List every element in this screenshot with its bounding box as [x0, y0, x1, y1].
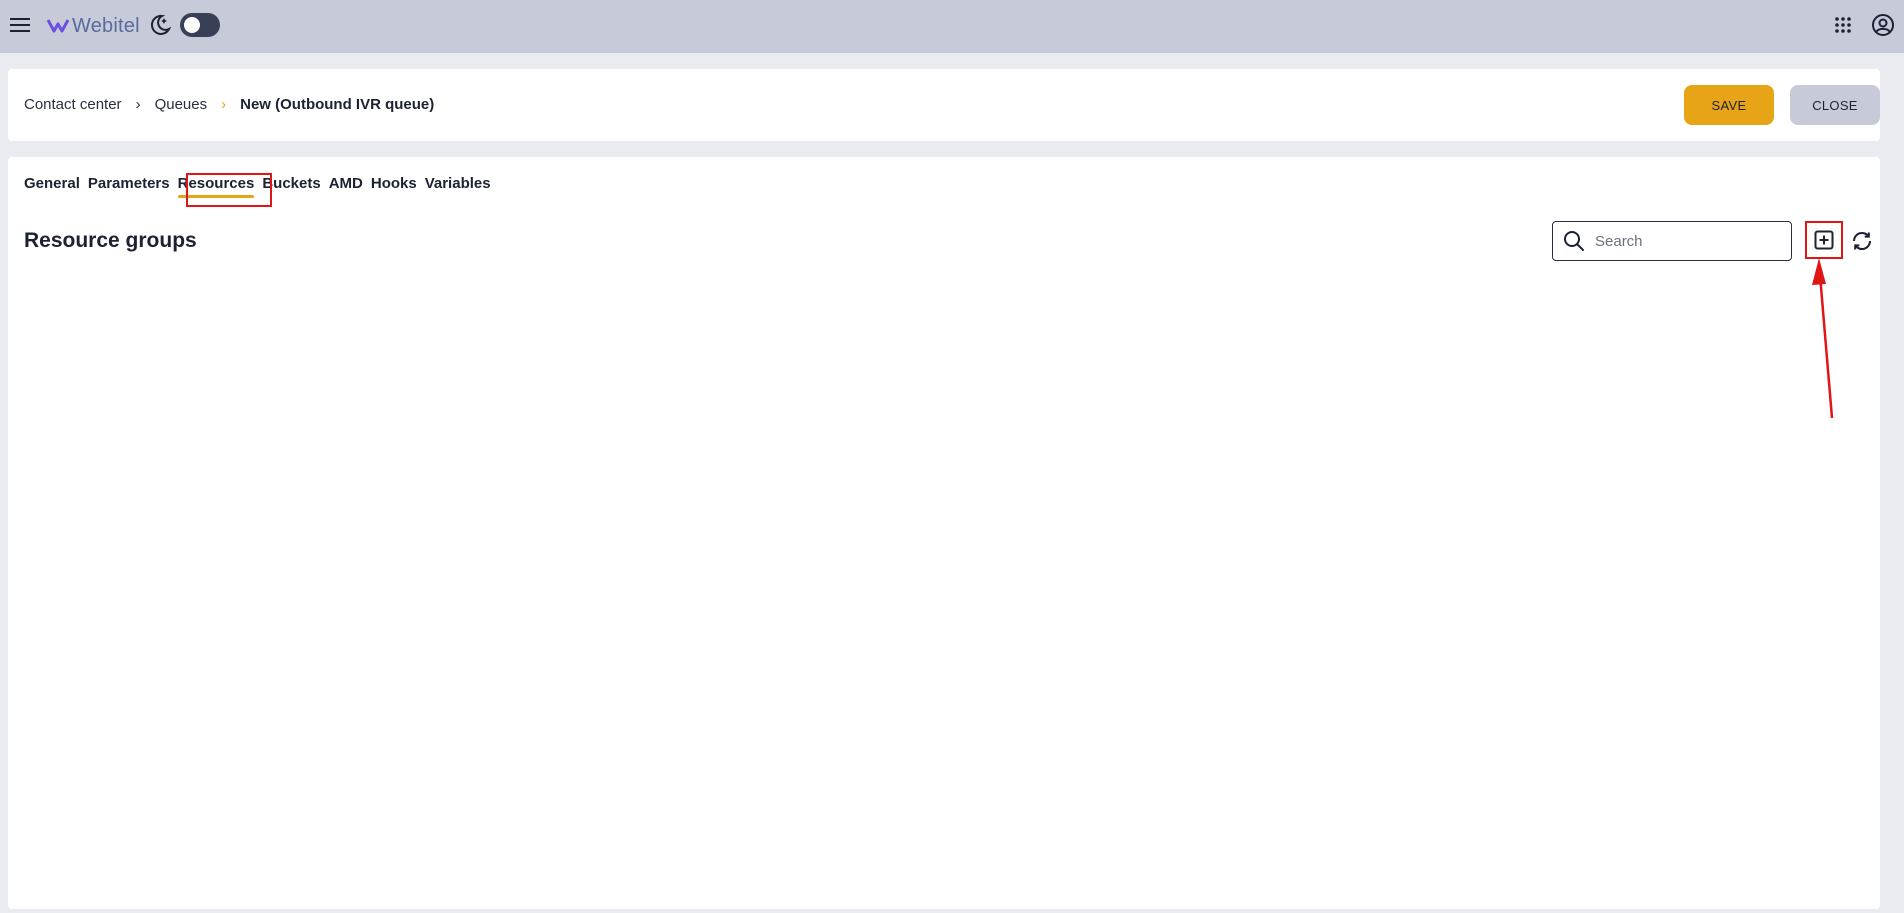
- breadcrumb-separator: ›: [135, 96, 141, 113]
- tab-amd[interactable]: AMD: [329, 175, 363, 198]
- brand-name: Webitel: [72, 14, 140, 37]
- account-circle-icon[interactable]: [1871, 13, 1895, 37]
- breadcrumb-queues[interactable]: Queues: [155, 96, 208, 113]
- moon-icon: [150, 14, 171, 35]
- refresh-icon[interactable]: [1850, 229, 1874, 253]
- save-button[interactable]: SAVE: [1684, 85, 1774, 125]
- toggle-knob: [184, 17, 200, 33]
- top-bar: Webitel: [0, 0, 1904, 53]
- grid-icon[interactable]: [1834, 16, 1852, 34]
- plus-square-icon: [1814, 230, 1834, 250]
- breadcrumb-current: New (Outbound IVR queue): [240, 96, 435, 113]
- breadcrumb-contact-center[interactable]: Contact center: [24, 96, 122, 113]
- tab-resources[interactable]: Resources: [177, 175, 254, 198]
- search-input[interactable]: [1595, 232, 1775, 250]
- webitel-logo-icon: [47, 19, 69, 33]
- webitel-logo[interactable]: Webitel: [47, 13, 140, 39]
- dark-mode-toggle[interactable]: [180, 13, 220, 37]
- search-icon: [1564, 231, 1584, 251]
- hamburger-icon[interactable]: [9, 14, 31, 36]
- tabs-bar: General Parameters Resources Buckets AMD…: [24, 175, 499, 198]
- tab-hooks[interactable]: Hooks: [371, 175, 417, 198]
- breadcrumb-separator: ›: [221, 96, 227, 113]
- search-box[interactable]: [1552, 221, 1792, 261]
- tab-buckets[interactable]: Buckets: [262, 175, 320, 198]
- tab-parameters[interactable]: Parameters: [88, 175, 170, 198]
- header-panel: Contact center › Queues › New (Outbound …: [8, 69, 1880, 141]
- main-panel: General Parameters Resources Buckets AMD…: [8, 157, 1880, 909]
- breadcrumb: Contact center › Queues › New (Outbound …: [24, 96, 434, 113]
- close-button[interactable]: CLOSE: [1790, 85, 1880, 125]
- add-resource-group-button[interactable]: [1805, 221, 1843, 259]
- section-title: Resource groups: [24, 229, 197, 252]
- tab-variables[interactable]: Variables: [425, 175, 491, 198]
- tab-general[interactable]: General: [24, 175, 80, 198]
